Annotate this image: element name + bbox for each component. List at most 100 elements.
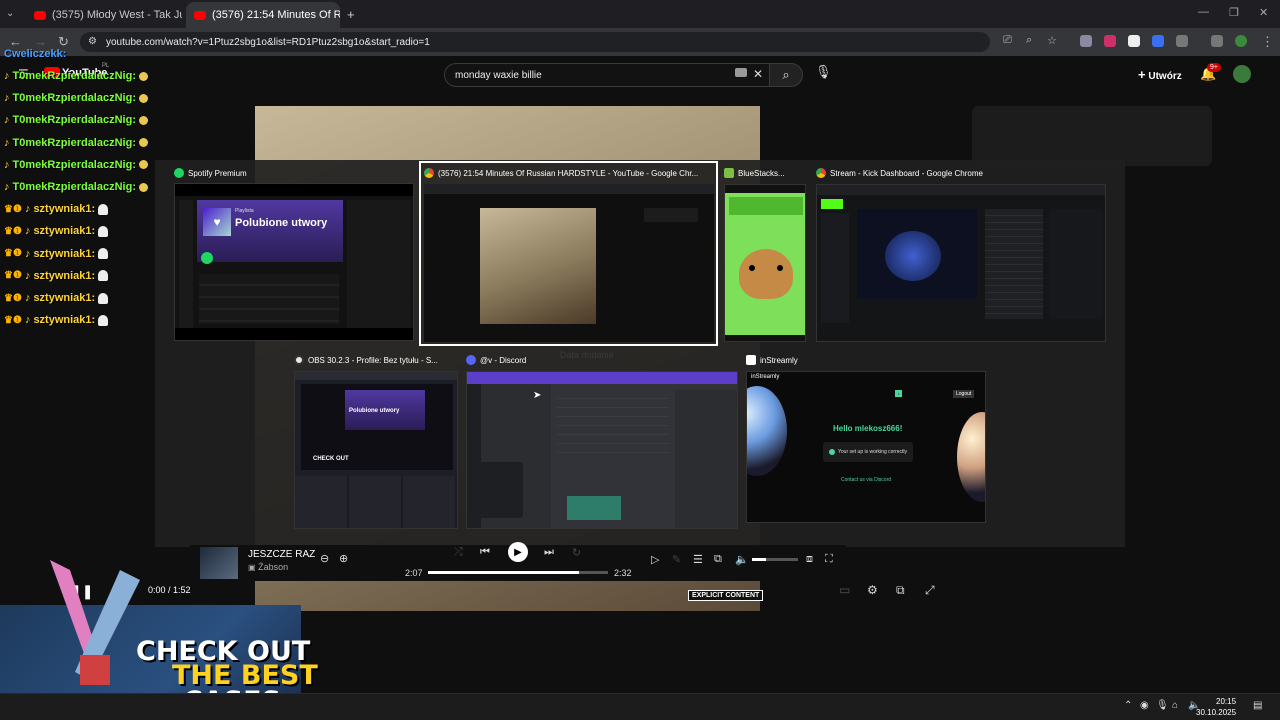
kick-dashboard-thumbnail[interactable] [816, 184, 1106, 342]
instreamly-contact-link[interactable]: Contact us via Discord [841, 477, 891, 483]
forward-icon[interactable]: → [34, 34, 47, 49]
tab-label: (3575) Młody West - Tak Już By [52, 9, 182, 21]
lyrics-icon[interactable]: ✎ [672, 553, 681, 566]
keyboard-icon[interactable] [735, 68, 747, 77]
chat-message: ♛❶ ♪ sztywniak1: [4, 203, 109, 215]
window-title-text: BlueStacks... [738, 168, 785, 178]
chrome-menu-icon[interactable]: ⋮ [1261, 34, 1274, 50]
play-button[interactable]: ▶ [508, 542, 528, 562]
obs-thumbnail[interactable]: Polubione utwory CHECK OUT [294, 371, 458, 529]
elapsed-time: 2:07 [405, 568, 423, 578]
extension-voice-icon[interactable] [1152, 35, 1164, 47]
microphone-tray-icon[interactable]: 🎙 [1156, 700, 1169, 711]
remove-icon[interactable]: ⊖ [320, 552, 329, 565]
chat-username: T0mekRzpierdalaczNig: [12, 92, 136, 105]
volume-icon[interactable]: 🔈 [735, 553, 749, 566]
music-note-icon: ♪ [4, 70, 10, 82]
instreamly-greeting: Hello mlekosz666! [833, 424, 903, 433]
add-to-playlist-icon[interactable]: ⊕ [339, 552, 348, 565]
chat-username: T0mekRzpierdalaczNig: [12, 181, 136, 193]
instreamly-status-box: Your set up is working correctly [823, 442, 913, 462]
tab-russian-hardstyle[interactable]: (3576) 21:54 Minutes Of Ru 🔊 ✕ [186, 2, 340, 28]
taskbar-clock[interactable]: 20:15 30.10.2025 [1196, 696, 1236, 718]
music-note-icon: ♪ [24, 225, 31, 238]
spotify-thumbnail[interactable]: ♥ Playlista Polubione utwory [174, 183, 414, 341]
shuffle-icon[interactable]: ⤮ [454, 546, 463, 559]
extension-shield-icon[interactable] [1104, 35, 1116, 47]
close-window-icon[interactable]: ✕ [1259, 6, 1268, 19]
badge-icons: ♛❶ [4, 270, 22, 282]
instreamly-action-button[interactable]: • [895, 390, 903, 397]
youtube-thumbnail[interactable] [424, 184, 714, 342]
voice-search-mic-icon[interactable]: 🎙 [815, 64, 832, 80]
badge-icons: ♛❶ [4, 203, 22, 215]
bookmark-star-icon[interactable]: ☆ [1047, 34, 1057, 47]
now-playing-view-icon[interactable]: ▷ [651, 553, 659, 566]
total-time: 2:32 [614, 568, 632, 578]
search-button[interactable]: ⌕ [769, 63, 803, 87]
create-label: Utwórz [1148, 71, 1182, 82]
fullscreen-icon[interactable]: ⛶ [825, 553, 833, 566]
discord-thumbnail[interactable]: ➤ [466, 371, 738, 529]
connect-device-icon[interactable]: ⧉ [714, 553, 722, 566]
new-tab-icon[interactable]: + [347, 7, 355, 22]
reading-list-icon[interactable] [1211, 35, 1223, 47]
url-field[interactable]: ⚙ youtube.com/watch?v=1Ptuz2sbg1o&list=R… [80, 32, 990, 52]
minimize-icon[interactable]: — [1198, 6, 1209, 18]
window-title-bluestacks[interactable]: BlueStacks... [724, 168, 808, 178]
window-title-kick[interactable]: Stream - Kick Dashboard - Google Chrome [816, 168, 1106, 178]
profile-avatar[interactable] [1235, 35, 1247, 47]
zoom-icon[interactable]: ⌕ [1026, 34, 1032, 47]
site-info-icon[interactable]: ⚙ [88, 36, 97, 47]
extensions-puzzle-icon[interactable] [1176, 35, 1188, 47]
chat-username: T0mekRzpierdalaczNig: [12, 70, 136, 82]
instreamly-logout-button[interactable]: Logout [953, 390, 975, 398]
smiley-emote-icon [138, 71, 148, 81]
instreamly-icon [746, 355, 756, 365]
bluestacks-thumbnail[interactable] [724, 184, 806, 342]
tab-list-icon[interactable]: ⌄ [6, 8, 14, 19]
next-track-icon[interactable]: ⏭ [544, 546, 554, 559]
video-time: 0:00 / 1:52 [148, 585, 191, 595]
instreamly-thumbnail[interactable]: inStreamly • Logout Hello mlekosz666! Yo… [746, 371, 986, 523]
miniplayer-icon[interactable]: ⧈ [806, 553, 813, 566]
smiley-emote-icon [138, 182, 148, 192]
extension-icon[interactable] [1080, 35, 1092, 47]
ghost-emote-icon [98, 270, 109, 282]
network-icon[interactable]: ⌂ [1172, 700, 1178, 711]
repeat-icon[interactable]: ↻ [572, 546, 581, 559]
window-title-text: Spotify Premium [188, 168, 247, 178]
back-icon[interactable]: ← [9, 34, 22, 49]
youtube-avatar[interactable] [1233, 65, 1251, 83]
clock-date: 30.10.2025 [1196, 708, 1237, 717]
subtitles-icon[interactable]: ▭ [839, 583, 850, 597]
window-title-obs[interactable]: OBS 30.2.3 - Profile: Bez tytułu - S... [294, 355, 458, 365]
sidebar-placeholder [972, 106, 1212, 166]
discord-tray-icon[interactable]: ◉ [1140, 700, 1149, 711]
window-title-instreamly[interactable]: inStreamly [746, 355, 986, 365]
search-input[interactable]: monday waxie billie ✕ [444, 63, 770, 87]
cast-icon[interactable]: ⎚ [1003, 34, 1012, 47]
badge-icons: ♛❶ [4, 248, 22, 260]
tray-overflow-icon[interactable]: ⌃ [1124, 700, 1132, 711]
theater-mode-icon[interactable]: ⧉ [896, 583, 905, 598]
music-note-icon: ♪ [4, 114, 10, 127]
tab-mlody-west[interactable]: (3575) Młody West - Tak Już By ✕ [26, 2, 182, 28]
chat-message: ♛❶ ♪ sztywniak1: [4, 292, 109, 304]
window-title-text: inStreamly [760, 355, 798, 365]
expand-icon[interactable]: ⤢ [925, 583, 935, 598]
chrome-icon [816, 168, 826, 178]
bluestacks-icon [724, 168, 734, 178]
settings-gear-icon[interactable]: ⚙ [867, 583, 878, 597]
extension-diamond-icon[interactable] [1128, 35, 1140, 47]
youtube-favicon-icon [34, 10, 46, 20]
chat-username: sztywniak1: [33, 225, 96, 238]
clear-search-icon[interactable]: ✕ [753, 67, 763, 81]
queue-icon[interactable]: ☰ [693, 553, 703, 566]
create-button[interactable]: + Utwórz [1138, 67, 1182, 82]
window-title-spotify[interactable]: Spotify Premium [174, 168, 414, 178]
notification-center-icon[interactable]: ▤ [1253, 700, 1262, 711]
window-title-text: Stream - Kick Dashboard - Google Chrome [830, 168, 983, 178]
previous-track-icon[interactable]: ⏮ [480, 546, 490, 559]
maximize-icon[interactable]: ❐ [1229, 6, 1239, 19]
